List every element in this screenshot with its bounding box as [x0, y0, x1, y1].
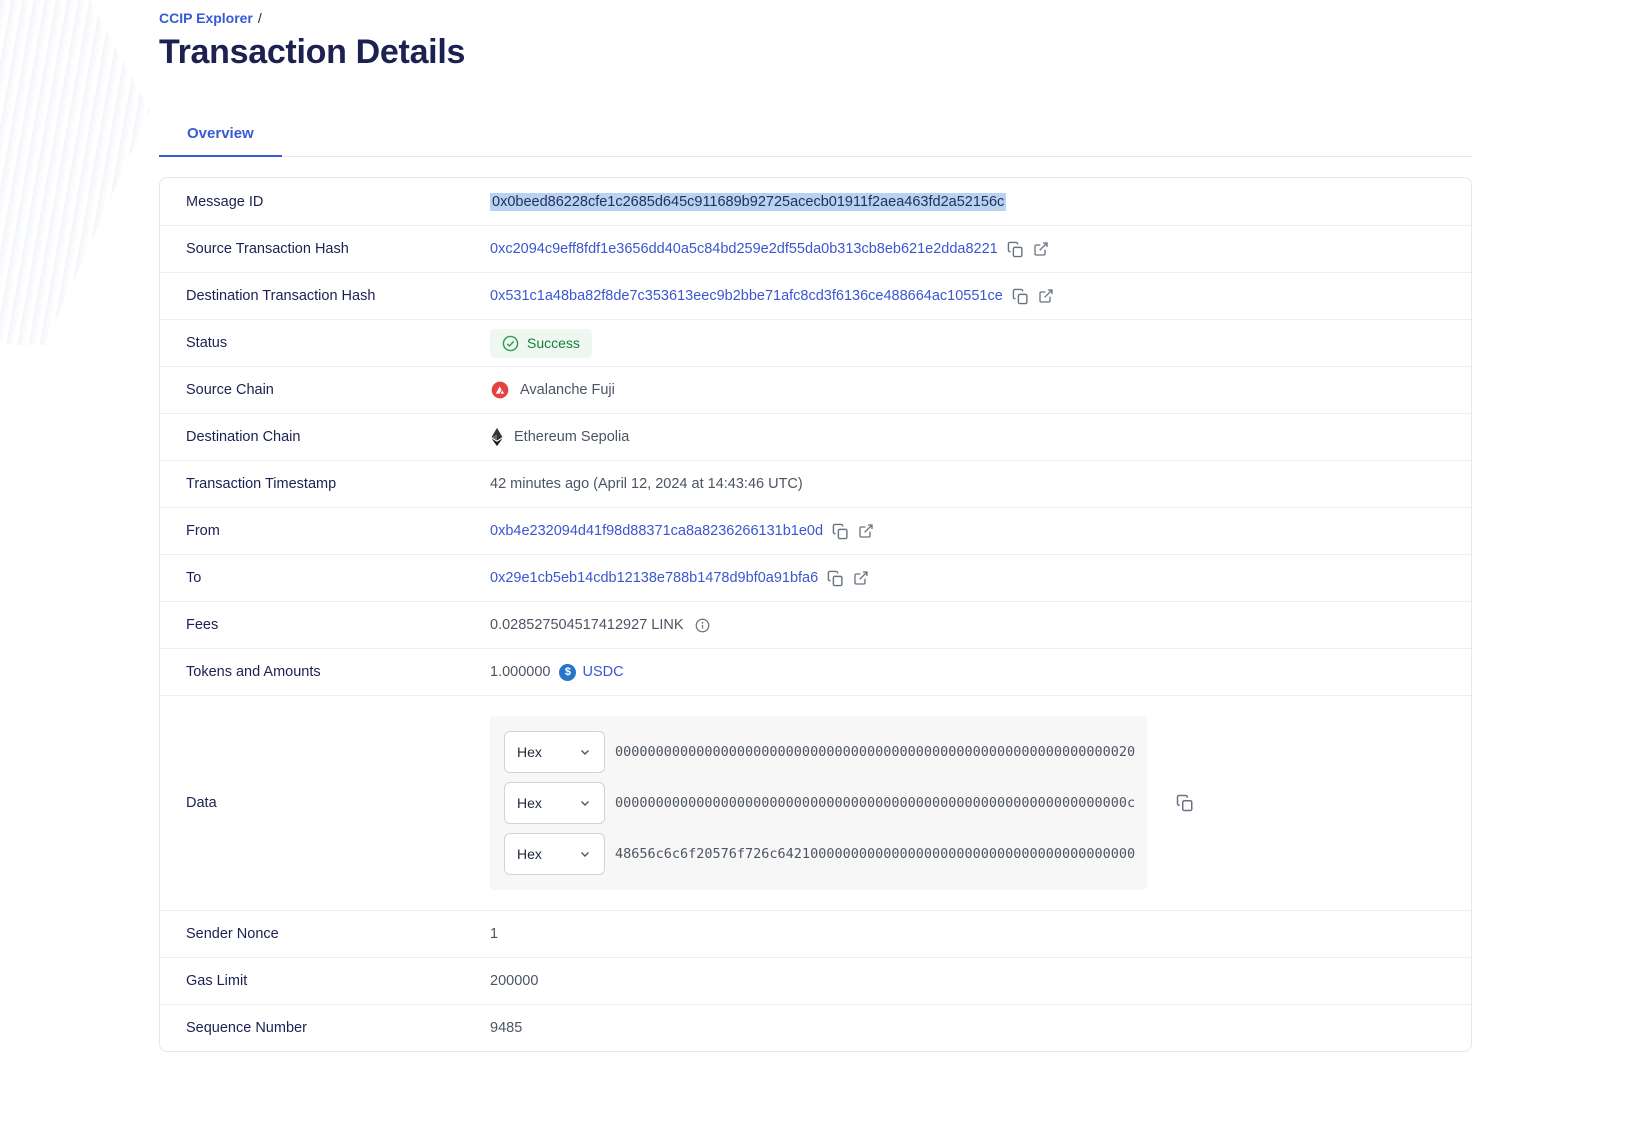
field-label: Destination Chain — [186, 429, 490, 445]
page-content: CCIP Explorer / Transaction Details Overv… — [159, 0, 1472, 1052]
table-row-timestamp: Transaction Timestamp 42 minutes ago (Ap… — [160, 460, 1471, 507]
data-line: Hex 000000000000000000000000000000000000… — [504, 731, 1133, 773]
data-format-select-value: Hex — [517, 846, 542, 862]
token-symbol-link[interactable]: USDC — [582, 664, 623, 680]
field-label: From — [186, 523, 490, 539]
copy-icon[interactable] — [1007, 241, 1024, 258]
token-amount: 1.000000 — [490, 664, 550, 680]
data-hex-panel: Hex 000000000000000000000000000000000000… — [490, 716, 1147, 890]
message-id-value: 0x0beed86228cfe1c2685d645c911689b92725ac… — [490, 193, 1006, 211]
external-link-icon[interactable] — [853, 570, 869, 586]
table-row-message-id: Message ID 0x0beed86228cfe1c2685d645c911… — [160, 178, 1471, 225]
field-label: Data — [186, 795, 490, 811]
data-format-select-value: Hex — [517, 744, 542, 760]
table-row-source-tx-hash: Source Transaction Hash 0xc2094c9eff8fdf… — [160, 225, 1471, 272]
field-label: Fees — [186, 617, 490, 633]
chevron-down-icon — [578, 796, 592, 810]
data-hex-line: 0000000000000000000000000000000000000000… — [615, 795, 1135, 811]
fees-value: 0.028527504517412927 LINK — [490, 617, 684, 633]
field-label: Transaction Timestamp — [186, 476, 490, 492]
ethereum-icon — [490, 427, 504, 447]
tab-bar: Overview — [159, 114, 1472, 157]
chevron-down-icon — [578, 745, 592, 759]
chevron-down-icon — [578, 847, 592, 861]
data-format-select[interactable]: Hex — [504, 731, 605, 773]
background-decoration — [0, 0, 150, 345]
field-label: Message ID — [186, 194, 490, 210]
field-label: Sender Nonce — [186, 926, 490, 942]
copy-icon[interactable] — [1176, 794, 1194, 812]
field-label: Destination Transaction Hash — [186, 288, 490, 304]
source-chain-name: Avalanche Fuji — [520, 382, 615, 398]
copy-icon[interactable] — [832, 523, 849, 540]
external-link-icon[interactable] — [1033, 241, 1049, 257]
external-link-icon[interactable] — [858, 523, 874, 539]
data-hex-line: 48656c6c6f20576f726c64210000000000000000… — [615, 846, 1135, 862]
table-row-to: To 0x29e1cb5eb14cdb12138e788b1478d9bf0a9… — [160, 554, 1471, 601]
info-icon[interactable] — [695, 618, 710, 633]
avalanche-icon — [490, 380, 510, 400]
field-label: Tokens and Amounts — [186, 664, 490, 680]
field-label: Source Transaction Hash — [186, 241, 490, 257]
usdc-token-icon: $ — [559, 664, 576, 681]
page-title: Transaction Details — [159, 33, 1472, 72]
timestamp-value: 42 minutes ago (April 12, 2024 at 14:43:… — [490, 476, 803, 492]
copy-icon[interactable] — [827, 570, 844, 587]
field-label: Gas Limit — [186, 973, 490, 989]
data-line: Hex 48656c6c6f20576f726c6421000000000000… — [504, 833, 1133, 875]
tab-overview[interactable]: Overview — [159, 114, 282, 157]
table-row-dest-chain: Destination Chain Ethereum Sepolia — [160, 413, 1471, 460]
to-address-link[interactable]: 0x29e1cb5eb14cdb12138e788b1478d9bf0a91bf… — [490, 570, 818, 586]
data-line: Hex 000000000000000000000000000000000000… — [504, 782, 1133, 824]
field-label: To — [186, 570, 490, 586]
breadcrumb-link-ccip-explorer[interactable]: CCIP Explorer — [159, 10, 253, 26]
copy-icon[interactable] — [1012, 288, 1029, 305]
transaction-details-card: Message ID 0x0beed86228cfe1c2685d645c911… — [159, 177, 1472, 1052]
breadcrumb: CCIP Explorer / — [159, 10, 1472, 26]
source-tx-hash-link[interactable]: 0xc2094c9eff8fdf1e3656dd40a5c84bd259e2df… — [490, 241, 998, 257]
from-address-link[interactable]: 0xb4e232094d41f98d88371ca8a8236266131b1e… — [490, 523, 823, 539]
table-row-from: From 0xb4e232094d41f98d88371ca8a82362661… — [160, 507, 1471, 554]
table-row-fees: Fees 0.028527504517412927 LINK — [160, 601, 1471, 648]
status-text: Success — [527, 335, 580, 351]
check-circle-icon — [502, 335, 519, 352]
table-row-sequence-number: Sequence Number 9485 — [160, 1004, 1471, 1051]
dest-chain-name: Ethereum Sepolia — [514, 429, 629, 445]
data-hex-line: 0000000000000000000000000000000000000000… — [615, 744, 1135, 760]
data-format-select[interactable]: Hex — [504, 833, 605, 875]
table-row-source-chain: Source Chain Avalanche Fuji — [160, 366, 1471, 413]
external-link-icon[interactable] — [1038, 288, 1054, 304]
breadcrumb-separator: / — [258, 10, 262, 26]
table-row-data: Data Hex 0000000000000000000000000000000… — [160, 695, 1471, 910]
field-label: Status — [186, 335, 490, 351]
table-row-dest-tx-hash: Destination Transaction Hash 0x531c1a48b… — [160, 272, 1471, 319]
table-row-tokens: Tokens and Amounts 1.000000 $ USDC — [160, 648, 1471, 695]
gas-limit-value: 200000 — [490, 973, 538, 989]
sender-nonce-value: 1 — [490, 926, 498, 942]
field-label: Sequence Number — [186, 1020, 490, 1036]
field-label: Source Chain — [186, 382, 490, 398]
status-badge: Success — [490, 329, 592, 358]
sequence-number-value: 9485 — [490, 1020, 522, 1036]
data-format-select-value: Hex — [517, 795, 542, 811]
table-row-status: Status Success — [160, 319, 1471, 366]
data-format-select[interactable]: Hex — [504, 782, 605, 824]
table-row-sender-nonce: Sender Nonce 1 — [160, 910, 1471, 957]
table-row-gas-limit: Gas Limit 200000 — [160, 957, 1471, 1004]
dest-tx-hash-link[interactable]: 0x531c1a48ba82f8de7c353613eec9b2bbe71afc… — [490, 288, 1003, 304]
